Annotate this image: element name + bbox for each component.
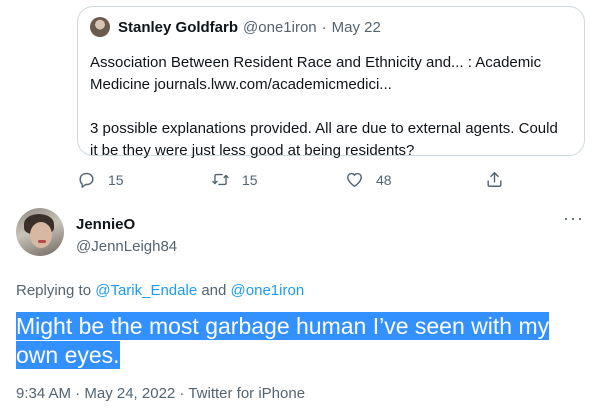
tweet-metadata: 9:34 AM · May 24, 2022 · Twitter for iPh… bbox=[16, 385, 305, 402]
reply-icon bbox=[79, 172, 94, 188]
quoted-text-line: 3 possible explanations provided. All ar… bbox=[90, 120, 558, 137]
quoted-author-handle[interactable]: @one1iron bbox=[243, 19, 317, 36]
replying-prefix: Replying to bbox=[16, 282, 96, 299]
quoted-text-line: Medicine journals.lww.com/academicmedici… bbox=[90, 76, 392, 93]
share-icon bbox=[487, 172, 502, 187]
quoted-author-avatar[interactable] bbox=[90, 17, 110, 37]
tweet-text-line: own eyes. bbox=[16, 341, 120, 369]
retweet-button[interactable]: 15 bbox=[211, 170, 258, 189]
reply-button[interactable]: 15 bbox=[77, 170, 124, 189]
mention-link-tarik[interactable]: @Tarik_Endale bbox=[95, 282, 197, 299]
quoted-tweet-date[interactable]: May 22 bbox=[332, 19, 381, 36]
quoted-text-line: Association Between Resident Race and Et… bbox=[90, 54, 542, 71]
reply-tweet-text[interactable]: Might be the most garbage human I’ve see… bbox=[16, 312, 576, 370]
quoted-tweet-card[interactable]: Stanley Goldfarb @one1iron · May 22 Asso… bbox=[77, 6, 585, 159]
tweet-text-line: Might be the most garbage human I’ve see… bbox=[16, 312, 550, 340]
tweet-source: Twitter for iPhone bbox=[188, 385, 306, 402]
quoted-tweet-header: Stanley Goldfarb @one1iron · May 22 bbox=[90, 17, 381, 37]
like-icon bbox=[347, 172, 362, 187]
separator-dot: · bbox=[321, 18, 327, 36]
mention-link-one1iron[interactable]: @one1iron bbox=[231, 282, 305, 299]
like-button[interactable]: 48 bbox=[345, 170, 392, 189]
quoted-text-line: it be they were just less good at being … bbox=[90, 142, 415, 159]
retweet-icon bbox=[212, 173, 229, 186]
share-button[interactable] bbox=[485, 170, 516, 189]
tweet-timestamp[interactable]: 9:34 AM · May 24, 2022 · bbox=[16, 385, 188, 402]
replying-to-line: Replying to @Tarik_Endale and @one1iron bbox=[16, 282, 304, 299]
more-icon[interactable]: ··· bbox=[563, 209, 587, 232]
reply-author-name[interactable]: JennieO bbox=[76, 216, 135, 233]
retweet-count: 15 bbox=[242, 171, 258, 188]
quoted-tweet-text: Association Between Resident Race and Et… bbox=[90, 52, 570, 162]
reply-count: 15 bbox=[108, 171, 124, 188]
quoted-author-name[interactable]: Stanley Goldfarb bbox=[118, 19, 238, 36]
reply-author-avatar[interactable] bbox=[16, 208, 64, 256]
reply-author-handle[interactable]: @JennLeigh84 bbox=[76, 238, 177, 255]
replying-and: and bbox=[197, 282, 231, 299]
like-count: 48 bbox=[376, 171, 392, 188]
